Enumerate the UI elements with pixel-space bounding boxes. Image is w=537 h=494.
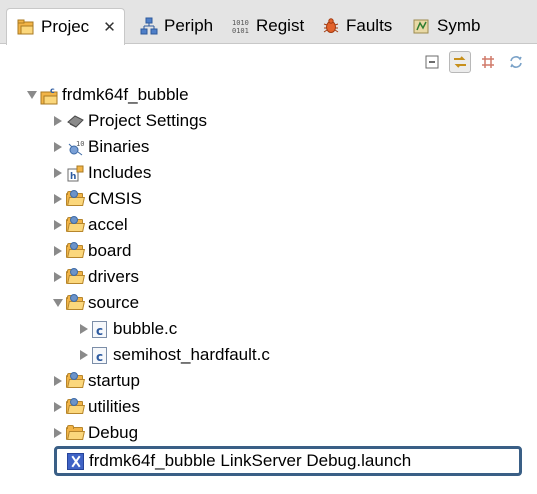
filters-button[interactable] (477, 51, 499, 73)
tab-label: Regist (256, 16, 305, 35)
tree-item-accel[interactable]: accel (52, 212, 128, 238)
svg-text:1010: 1010 (232, 19, 249, 27)
sync-button[interactable] (505, 51, 527, 73)
includes-icon: h (66, 165, 85, 182)
view-toolbar (421, 50, 527, 74)
tree-item-label: Debug (88, 423, 139, 442)
tree-item-utilities[interactable]: utilities (52, 394, 140, 420)
tab-project-explorer[interactable]: Projec ✕ (6, 8, 125, 45)
collapsed-arrow-icon[interactable] (52, 194, 63, 205)
tree-item-bubble-c[interactable]: c bubble.c (78, 316, 177, 342)
tree-item-label: CMSIS (88, 189, 142, 208)
tree-item-launch-file[interactable]: frdmk64f_bubble LinkServer Debug.launch (54, 446, 522, 476)
tree-item-cmsis[interactable]: CMSIS (52, 186, 142, 212)
launch-config-icon (67, 452, 84, 470)
tree-item-label: board (88, 241, 132, 260)
tree-item-label: startup (88, 371, 140, 390)
tab-label: Faults (346, 16, 393, 35)
settings-icon (66, 113, 85, 130)
binaries-icon: 10 (66, 139, 85, 156)
sync-arrows-icon (510, 56, 522, 68)
collapse-all-icon (425, 55, 439, 69)
c-file-icon: c (92, 346, 107, 364)
tree-item-label: utilities (88, 397, 140, 416)
project-explorer-icon (17, 18, 35, 36)
collapsed-arrow-icon[interactable] (78, 324, 89, 335)
collapse-all-button[interactable] (421, 51, 443, 73)
tree-item-drivers[interactable]: drivers (52, 264, 139, 290)
collapsed-arrow-icon[interactable] (78, 350, 89, 361)
collapsed-arrow-icon[interactable] (52, 272, 63, 283)
tree-item-semihost-hardfault-c[interactable]: c semihost_hardfault.c (78, 342, 270, 368)
tab-label: Periph (164, 16, 214, 35)
source-folder-icon (66, 371, 85, 390)
tree-item-project[interactable]: c frdmk64f_bubble (26, 82, 189, 108)
tree-item-label: accel (88, 215, 128, 234)
svg-text:c: c (50, 87, 55, 95)
symbols-icon (413, 17, 431, 35)
collapsed-arrow-icon[interactable] (52, 142, 63, 153)
filter-grid-icon (482, 56, 494, 68)
svg-text:10: 10 (76, 140, 84, 148)
view-tab-bar: Projec ✕ Periph 1010 0101 Regist Faults … (0, 0, 537, 45)
expanded-arrow-icon[interactable] (26, 90, 37, 101)
peripherals-icon (140, 17, 158, 35)
source-folder-icon (66, 267, 85, 286)
collapsed-arrow-icon[interactable] (52, 402, 63, 413)
c-file-icon: c (92, 320, 107, 338)
tree-item-label: drivers (88, 267, 140, 286)
tree-item-label: Includes (88, 163, 152, 182)
svg-text:0101: 0101 (232, 27, 249, 35)
collapsed-arrow-icon[interactable] (52, 376, 63, 387)
tree-item-label: semihost_hardfault.c (113, 345, 270, 364)
tab-label: Projec (41, 17, 90, 36)
registers-icon: 1010 0101 (232, 17, 250, 35)
tree-item-label: frdmk64f_bubble (62, 85, 189, 104)
link-with-editor-icon (454, 56, 466, 68)
project-icon: c (40, 86, 59, 104)
collapsed-arrow-icon[interactable] (52, 116, 63, 127)
source-folder-icon (66, 241, 85, 260)
collapsed-arrow-icon[interactable] (52, 428, 63, 439)
expanded-arrow-icon[interactable] (52, 298, 63, 309)
source-folder-icon (66, 189, 85, 208)
tree-item-label: bubble.c (113, 319, 178, 338)
tree-item-label: source (88, 293, 140, 312)
tree-item-binaries[interactable]: 10 Binaries (52, 134, 149, 160)
link-with-editor-button[interactable] (449, 51, 471, 73)
collapsed-arrow-icon[interactable] (52, 168, 63, 179)
tree-item-label: frdmk64f_bubble LinkServer Debug.launch (89, 451, 412, 470)
tree-item-label: Project Settings (88, 111, 208, 130)
svg-text:h: h (70, 172, 76, 182)
source-folder-icon (66, 215, 85, 234)
tab-peripherals[interactable]: Periph (140, 8, 213, 44)
tree-item-startup[interactable]: startup (52, 368, 140, 394)
faults-bug-icon (322, 17, 340, 35)
source-folder-icon (66, 397, 85, 416)
tree-item-label: Binaries (88, 137, 150, 156)
tab-symbols[interactable]: Symb (413, 8, 480, 44)
collapsed-arrow-icon[interactable] (52, 220, 63, 231)
tree-item-project-settings[interactable]: Project Settings (52, 108, 207, 134)
folder-icon (66, 424, 85, 442)
tree-item-includes[interactable]: h Includes (52, 160, 151, 186)
tab-faults[interactable]: Faults (322, 8, 392, 44)
tree-item-source[interactable]: source (52, 290, 139, 316)
tree-item-board[interactable]: board (52, 238, 131, 264)
source-folder-icon (66, 293, 85, 312)
project-explorer-view: Projec ✕ Periph 1010 0101 Regist Faults … (0, 0, 537, 494)
collapsed-arrow-icon[interactable] (52, 246, 63, 257)
tab-registers[interactable]: 1010 0101 Regist (232, 8, 304, 44)
tab-label: Symb (437, 16, 481, 35)
close-icon[interactable]: ✕ (103, 18, 116, 36)
